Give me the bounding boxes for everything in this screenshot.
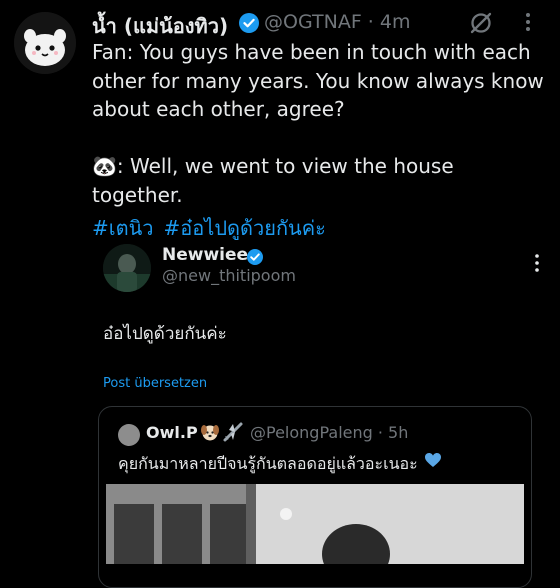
author-handle[interactable]: @OGTNAF (264, 11, 362, 33)
embedded-text: อ๋อไปดูด้วยกันค่ะ (103, 324, 227, 344)
quote-name[interactable]: Owl.P (146, 423, 198, 442)
quote-text: คุยกันมาหลายปีจนรู้กันตลอดอยู่แล้วอะเนอะ (118, 454, 418, 473)
verified-badge-icon (239, 13, 259, 33)
embedded-handle[interactable]: @new_thitipoom (162, 266, 296, 285)
verified-badge-icon (247, 249, 263, 265)
hashtag-link[interactable]: #เตนิว (92, 216, 153, 240)
heart-emoji-icon (425, 453, 441, 467)
more-icon[interactable] (522, 8, 534, 36)
more-icon[interactable] (534, 252, 540, 274)
translate-link[interactable]: Post übersetzen (103, 376, 207, 391)
author-handle-time[interactable]: @OGTNAF · 4m (264, 11, 410, 33)
quote-handle-time[interactable]: @PelongPaleng · 5h (250, 423, 408, 442)
quote-media[interactable] (106, 484, 524, 564)
airplane-emoji-icon (223, 422, 243, 442)
hashtag-row: #เตนิว #อ๋อไปดูด้วยกันค่ะ (92, 212, 336, 244)
grok-icon[interactable] (468, 10, 494, 36)
tweet-text: Fan: You guys have been in touch with ea… (92, 40, 544, 207)
media-photo (106, 484, 524, 564)
author-avatar[interactable] (14, 12, 76, 74)
avatar-cartoon-icon (14, 12, 76, 74)
post-time[interactable]: · 4m (368, 11, 411, 33)
embedded-name[interactable]: Newwiee (162, 245, 248, 265)
dog-emoji-icon (201, 425, 219, 441)
embedded-avatar-photo (103, 244, 151, 292)
embedded-avatar[interactable] (103, 244, 151, 292)
quote-avatar[interactable] (118, 424, 140, 446)
hashtag-link[interactable]: #อ๋อไปดูด้วยกันค่ะ (163, 216, 325, 240)
